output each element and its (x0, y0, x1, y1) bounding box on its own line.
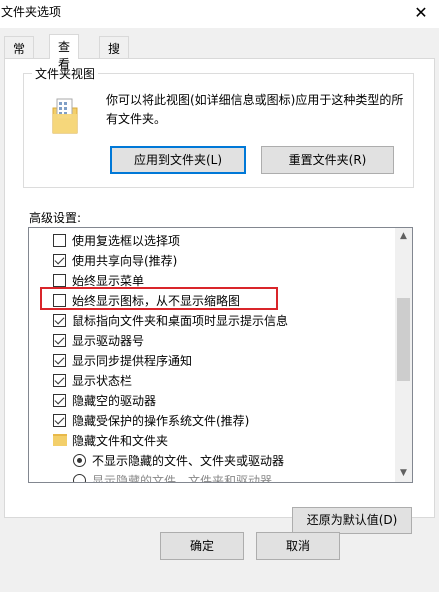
list-item-label: 显示同步提供程序通知 (72, 354, 193, 368)
folder-views-description: 你可以将此视图(如详细信息或图标)应用于这种类型的所有文件夹。 (106, 93, 404, 126)
checkbox[interactable] (53, 314, 66, 327)
list-item-label: 显示状态栏 (72, 374, 133, 388)
folder-icon (52, 98, 78, 134)
scrollbar-thumb[interactable] (397, 298, 410, 381)
list-item[interactable]: 隐藏受保护的操作系统文件(推荐) (29, 410, 395, 430)
checkbox[interactable] (53, 274, 66, 287)
checkbox[interactable] (53, 234, 66, 247)
radio-button[interactable] (73, 454, 86, 467)
radio-button[interactable] (73, 474, 86, 482)
checkbox[interactable] (53, 394, 66, 407)
advanced-settings-list[interactable]: 使用复选框以选择项 使用共享向导(推荐) 始终显示菜单 始终显示图标，从不显示缩… (28, 227, 413, 483)
cancel-button[interactable]: 取消 (256, 532, 340, 560)
list-item[interactable]: 显示同步提供程序通知 (29, 350, 395, 370)
list-item-label: 使用共享向导(推荐) (72, 254, 178, 268)
folder-views-group: 文件夹视图 你可以将此视图(如详细信息或图标)应用于这种类型的所有文件夹。 应用… (23, 65, 414, 188)
checkbox[interactable] (53, 334, 66, 347)
close-icon[interactable]: ✕ (403, 0, 439, 28)
list-item-label: 始终显示菜单 (72, 274, 145, 288)
list-item-label: 始终显示图标，从不显示缩略图 (72, 294, 241, 308)
checkbox[interactable] (53, 254, 66, 267)
list-item[interactable]: 鼠标指向文件夹和桌面项时显示提示信息 (29, 310, 395, 330)
folder-icon (53, 434, 67, 446)
reset-folders-button[interactable]: 重置文件夹(R) (261, 146, 394, 174)
apply-to-folders-button[interactable]: 应用到文件夹(L) (110, 146, 246, 174)
list-item-label: 显示隐藏的文件、文件夹和驱动器 (92, 474, 273, 482)
scroll-up-icon[interactable]: ▲ (395, 228, 412, 245)
advanced-settings-label: 高级设置: (29, 211, 82, 225)
view-tab-panel: 文件夹视图 你可以将此视图(如详细信息或图标)应用于这种类型的所有文件夹。 应用… (4, 58, 435, 534)
tab-general[interactable]: 常规 (4, 36, 35, 73)
list-item-label: 使用复选框以选择项 (72, 234, 181, 248)
tab-view[interactable]: 查看 (49, 34, 80, 71)
list-item[interactable]: 始终显示菜单 (29, 270, 395, 290)
list-item[interactable]: 隐藏空的驱动器 (29, 390, 395, 410)
list-item-label: 显示驱动器号 (72, 334, 145, 348)
list-item-label: 隐藏空的驱动器 (72, 394, 157, 408)
list-item[interactable]: 使用共享向导(推荐) (29, 250, 395, 270)
restore-defaults-button[interactable]: 还原为默认值(D) (292, 507, 412, 534)
checkbox[interactable] (53, 374, 66, 387)
list-item[interactable]: 始终显示图标，从不显示缩略图 (29, 290, 395, 310)
checkbox[interactable] (53, 414, 66, 427)
title-bar: 文件夹选项 ✕ (0, 0, 439, 28)
list-item: 隐藏文件和文件夹 (29, 430, 395, 450)
list-item-label: 不显示隐藏的文件、文件夹或驱动器 (92, 454, 285, 468)
checkbox[interactable] (53, 294, 66, 307)
dialog-body: 常规 查看 搜索 文件夹视图 你可以将此视图(如详细信息或图标)应用于这种 (0, 28, 439, 592)
vertical-scrollbar[interactable]: ▲ ▼ (395, 228, 412, 482)
window-title: 文件夹选项 (1, 5, 62, 19)
list-item-label: 隐藏受保护的操作系统文件(推荐) (72, 414, 250, 428)
tab-search[interactable]: 搜索 (99, 36, 130, 73)
advanced-settings-items: 使用复选框以选择项 使用共享向导(推荐) 始终显示菜单 始终显示图标，从不显示缩… (29, 228, 395, 482)
list-item[interactable]: 显示隐藏的文件、文件夹和驱动器 (29, 470, 395, 482)
checkbox[interactable] (53, 354, 66, 367)
ok-button[interactable]: 确定 (160, 532, 244, 560)
list-item[interactable]: 不显示隐藏的文件、文件夹或驱动器 (29, 450, 395, 470)
list-item[interactable]: 使用复选框以选择项 (29, 230, 395, 250)
list-item-label: 隐藏文件和文件夹 (72, 434, 169, 448)
list-item-label: 鼠标指向文件夹和桌面项时显示提示信息 (72, 314, 289, 328)
list-item[interactable]: 显示驱动器号 (29, 330, 395, 350)
scroll-down-icon[interactable]: ▼ (395, 465, 412, 482)
list-item[interactable]: 显示状态栏 (29, 370, 395, 390)
